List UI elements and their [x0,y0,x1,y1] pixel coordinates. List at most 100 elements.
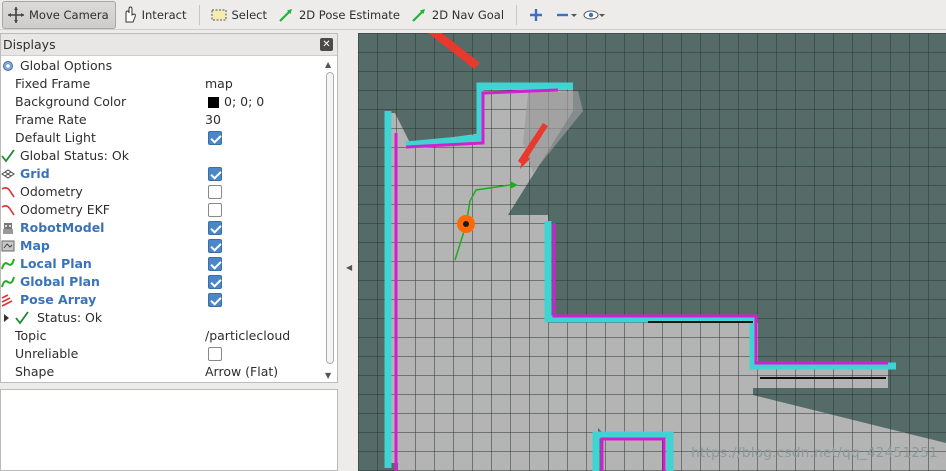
grid-checkbox[interactable] [208,167,222,181]
scroll-down-icon[interactable]: ▼ [325,371,331,380]
pose-estimate-button[interactable]: 2D Pose Estimate [273,1,406,29]
robotmodel-checkbox[interactable] [208,221,222,235]
row-value[interactable]: map [205,75,233,93]
odometry-checkbox[interactable] [208,185,222,199]
remove-tool-button[interactable] [551,1,579,29]
tree-row-global-plan[interactable]: Global Plan [1,273,323,291]
map-checkbox[interactable] [208,239,222,253]
row-name: Unreliable [15,346,79,361]
row-name: Background Color [15,94,127,109]
view-button[interactable] [579,1,607,29]
row-name: Local Plan [20,256,92,271]
odometry-icon [1,203,15,217]
map-icon [1,239,15,253]
default-light-checkbox[interactable] [208,131,222,145]
select-label: Select [231,7,267,22]
row-name: Global Status: Ok [20,148,129,163]
interact-label: Interact [141,7,187,22]
move-camera-label: Move Camera [29,7,109,22]
toolbar-separator [516,4,518,25]
vertical-scrollbar[interactable]: ▲ ▼ [323,58,335,382]
add-tool-button[interactable] [523,1,551,29]
pose-estimate-icon [277,6,295,24]
tree-row-unreliable[interactable]: Unreliable [1,345,323,363]
tree-row-frame-rate[interactable]: Frame Rate 30 [1,111,323,129]
robot-icon [1,221,15,235]
row-name: RobotModel [20,220,105,235]
gear-icon [1,59,15,73]
view-icon [583,6,606,24]
nav-goal-label: 2D Nav Goal [431,7,505,22]
tree-row-pose-array[interactable]: Pose Array [1,291,323,309]
grid-icon [1,167,15,181]
close-icon[interactable]: ✕ [320,38,333,51]
unreliable-checkbox[interactable] [208,347,222,361]
row-name: Map [20,238,50,253]
row-name: Grid [20,166,50,181]
tree-row-background-color[interactable]: Background Color 0; 0; 0 [1,93,323,111]
displays-title: Displays [3,37,56,52]
collapse-arrow-icon[interactable]: ◀ [346,263,352,272]
tree-row-global-status[interactable]: Global Status: Ok [1,147,323,165]
row-name: Topic [15,328,47,343]
tree-row-robotmodel[interactable]: RobotModel [1,219,323,237]
global-plan-checkbox[interactable] [208,275,222,289]
expand-arrow-icon[interactable] [3,312,11,326]
color-swatch[interactable] [208,97,219,108]
row-name: Global Options [20,58,113,73]
robot-center [463,221,469,227]
tree-row-map[interactable]: Map [1,237,323,255]
nav-goal-button[interactable]: 2D Nav Goal [406,1,510,29]
local-plan-checkbox[interactable] [208,257,222,271]
displays-tree: Global Options Fixed Frame map Backgroun… [1,57,323,383]
tree-row-grid[interactable]: Grid [1,165,323,183]
odometry-icon [1,185,15,199]
displays-panel: Displays ✕ Global Options Fixed Frame ma… [0,33,338,383]
row-name: Odometry [20,184,83,199]
tree-row-global-options[interactable]: Global Options [1,57,323,75]
row-name: Status: Ok [37,310,103,325]
render-viewport[interactable]: https://blog.csdn.net/qq_42451251 [358,33,946,471]
row-name: Frame Rate [15,112,87,127]
row-name: Odometry EKF [20,202,110,217]
row-value[interactable]: 30 [205,111,221,129]
row-value[interactable]: Arrow (Flat) [205,363,278,381]
map-canvas[interactable] [358,33,946,471]
path-icon [1,275,15,289]
move-camera-icon [7,6,25,24]
nav-goal-icon [410,6,428,24]
tree-row-status[interactable]: Status: Ok [1,309,323,327]
tree-row-fixed-frame[interactable]: Fixed Frame map [1,75,323,93]
add-tool-icon [527,6,545,24]
interact-button[interactable]: Interact [116,1,193,29]
watermark-text: https://blog.csdn.net/qq_42451251 [691,445,938,461]
scroll-up-icon[interactable]: ▲ [325,60,331,69]
tree-row-shape[interactable]: Shape Arrow (Flat) [1,363,323,381]
main-toolbar: Move Camera Interact Select 2D Pose Esti… [0,0,946,30]
row-value[interactable]: /particlecloud [205,327,290,345]
grid-overlay [358,33,946,471]
row-name: Fixed Frame [15,76,91,91]
tree-row-odometry-ekf[interactable]: Odometry EKF [1,201,323,219]
check-icon [15,311,29,325]
row-name: Shape [15,364,55,379]
interact-icon [120,5,138,24]
move-camera-button[interactable]: Move Camera [2,0,116,29]
check-icon [1,149,15,163]
row-name: Pose Array [20,292,97,307]
tree-row-topic[interactable]: Topic /particlecloud [1,327,323,345]
select-icon [210,6,228,24]
tree-row-local-plan[interactable]: Local Plan [1,255,323,273]
tree-row-default-light[interactable]: Default Light [1,129,323,147]
odometry-ekf-checkbox[interactable] [208,203,222,217]
remove-tool-icon [555,6,578,24]
panel-splitter[interactable]: ◀ [338,33,358,471]
pose-array-checkbox[interactable] [208,293,222,307]
tree-row-odometry[interactable]: Odometry [1,183,323,201]
row-value[interactable]: 0; 0; 0 [224,93,264,111]
pose-array-icon [1,293,15,307]
scroll-thumb[interactable] [326,72,334,364]
row-name: Default Light [15,130,96,145]
displays-header: Displays ✕ [1,34,337,56]
select-button[interactable]: Select [206,1,273,29]
